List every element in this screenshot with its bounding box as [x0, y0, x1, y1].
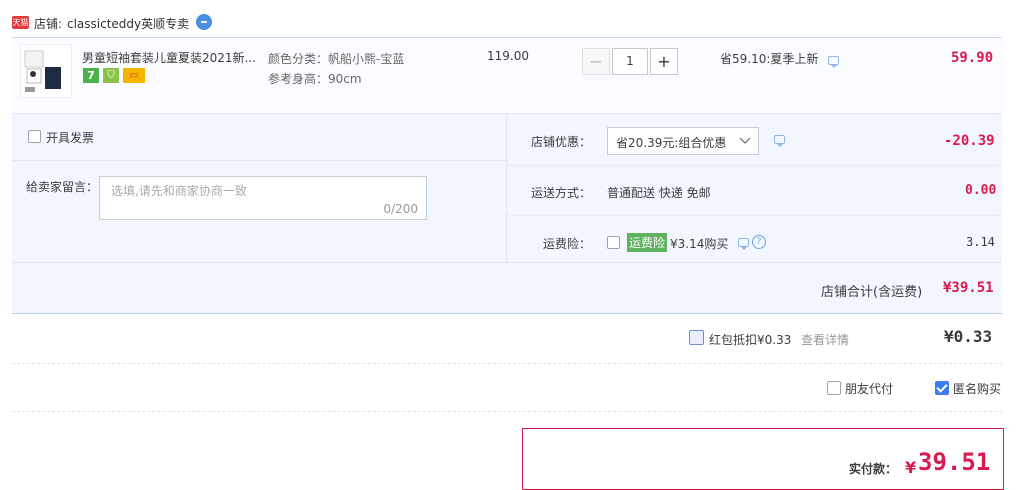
- quantity-decrease-button[interactable]: −: [582, 48, 610, 75]
- unit-price: 119.00: [487, 49, 529, 63]
- clothing-image: [24, 50, 61, 92]
- help-icon[interactable]: ?: [752, 235, 766, 249]
- product-thumbnail[interactable]: [20, 44, 72, 98]
- insurance-comment-icon[interactable]: [738, 238, 749, 250]
- shipping-value: 0.00: [965, 183, 997, 198]
- message-placeholder: 选填,请先和商家协商一致: [111, 184, 247, 198]
- product-title-link[interactable]: 男童短袖套装儿童夏装2021新...: [82, 49, 256, 66]
- insurance-tag: 运费险: [627, 233, 668, 252]
- discount-label: 店铺优惠：: [531, 135, 592, 149]
- tmall-badge: 天猫: [12, 16, 29, 29]
- invoice-checkbox[interactable]: [28, 130, 41, 143]
- anonymous-label: 匿名购买: [953, 382, 1002, 396]
- insurance-checkbox[interactable]: [607, 236, 620, 249]
- discount-value: -20.39: [944, 133, 995, 149]
- service-badge-7day: 7: [83, 68, 99, 83]
- discount-comment-icon[interactable]: [774, 135, 785, 147]
- insurance-price: ¥3.14购买: [670, 237, 729, 251]
- message-label: 给卖家留言：: [26, 180, 99, 194]
- invoice-label: 开具发票: [46, 131, 95, 145]
- redpacket-checkbox[interactable]: [689, 330, 704, 345]
- friend-pay-checkbox[interactable]: [827, 381, 841, 395]
- shop-label: 店铺:: [34, 17, 63, 31]
- spec-color: 颜色分类：帆船小熊-宝蓝: [268, 52, 405, 66]
- promo-comment-icon[interactable]: [828, 56, 839, 68]
- message-counter: 0/200: [383, 202, 418, 216]
- shop-total-label: 店铺合计(含运费): [821, 285, 923, 300]
- item-subtotal: 59.90: [951, 50, 994, 66]
- redpacket-details-link[interactable]: 查看详情: [801, 331, 849, 348]
- pay-amount: 39.51: [918, 448, 991, 476]
- pay-currency: ¥: [905, 458, 917, 477]
- service-badge-card: ▭: [123, 68, 145, 83]
- insurance-value: 3.14: [966, 235, 995, 249]
- redpacket-label: 红包抵扣¥0.33: [709, 333, 792, 347]
- shop-name[interactable]: classicteddy英顺专卖: [67, 15, 189, 32]
- quantity-input[interactable]: 1: [612, 48, 648, 75]
- chevron-down-icon: [739, 137, 751, 144]
- insurance-label: 运费险：: [543, 237, 592, 251]
- seller-message-input[interactable]: 选填,请先和商家协商一致 0/200: [99, 176, 427, 220]
- spec-height: 参考身高：90cm: [268, 72, 362, 86]
- promo-text: 省59.10:夏季上新: [720, 52, 819, 66]
- quantity-stepper: − 1 +: [582, 48, 678, 75]
- shipping-method: 普通配送 快递 免邮: [607, 186, 711, 200]
- quantity-increase-button[interactable]: +: [650, 48, 678, 75]
- pay-label: 实付款：: [849, 462, 898, 476]
- anonymous-checkbox[interactable]: [935, 381, 949, 395]
- discount-select[interactable]: 省20.39元:组合优惠: [607, 127, 759, 155]
- shop-total-value: ¥39.51: [943, 280, 994, 296]
- friend-pay-label: 朋友代付: [845, 382, 894, 396]
- shipping-label: 运送方式：: [531, 186, 592, 200]
- redpacket-value: ¥0.33: [944, 327, 993, 346]
- service-badge-shield: ⛉: [103, 68, 119, 83]
- discount-selected: 省20.39元:组合优惠: [616, 136, 727, 150]
